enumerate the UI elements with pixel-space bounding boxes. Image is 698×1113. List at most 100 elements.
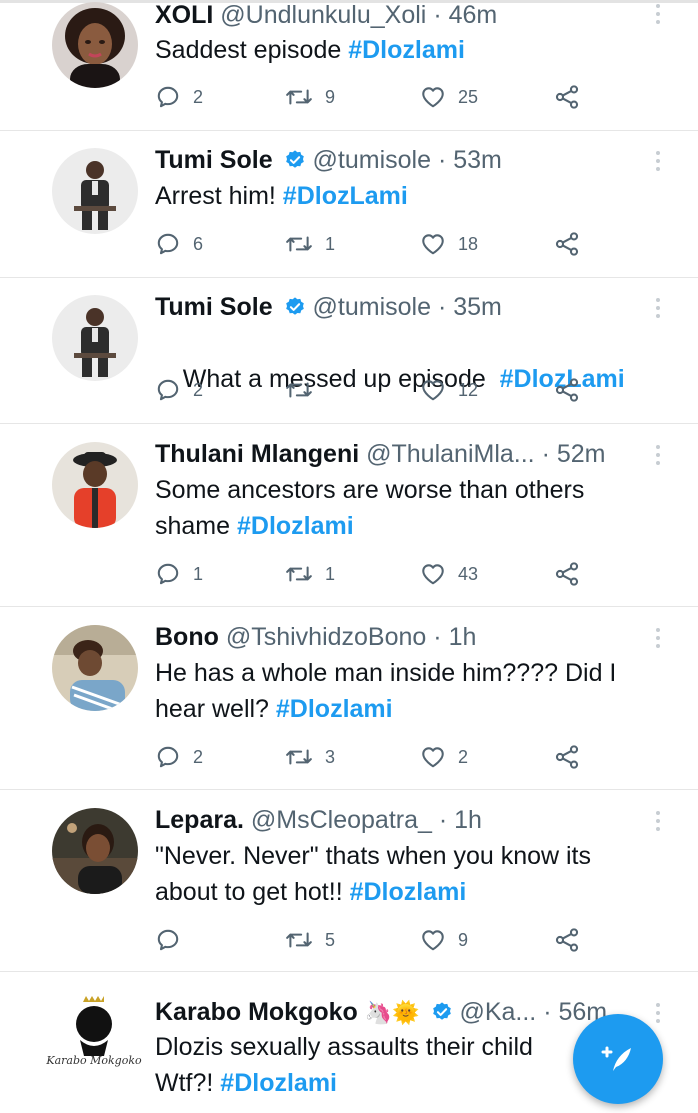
heart-icon — [422, 747, 444, 768]
like-button[interactable]: 43 — [420, 559, 478, 589]
reply-button[interactable]: 2 — [155, 375, 203, 405]
reply-button[interactable]: 2 — [155, 742, 203, 772]
tweet-header: Karabo Mokgoko 🦄🌞 @Ka... · 56m — [155, 997, 650, 1028]
tweet-text: Saddest episode #Dlozlami — [155, 32, 658, 68]
author-name[interactable]: XOLI — [155, 1, 213, 29]
reply-icon — [157, 86, 179, 108]
hashtag-link[interactable]: #Dlozlami — [237, 512, 354, 540]
heart-icon — [422, 234, 444, 255]
more-options-icon[interactable] — [654, 628, 662, 652]
author-handle[interactable]: @TshivhidzoBono — [226, 623, 427, 651]
hashtag-link[interactable]: #Dlozlami — [276, 695, 393, 723]
tweet-item[interactable]: XOLI @Undlunkulu_Xoli · 46m Saddest epis… — [0, 0, 698, 131]
reply-count: 6 — [193, 233, 204, 254]
share-button[interactable] — [553, 375, 581, 405]
tweet-item[interactable]: Tumi Sole @tumisole · 53m Arrest him! #D… — [0, 131, 698, 278]
hashtag-link[interactable]: #Dlozlami — [350, 878, 467, 906]
author-handle[interactable]: @MsCleopatra_ — [251, 806, 432, 834]
timestamp[interactable]: 46m — [449, 1, 498, 29]
share-icon — [555, 562, 579, 586]
avatar[interactable] — [52, 295, 138, 381]
like-button[interactable]: 18 — [420, 229, 478, 259]
tweet-text-content: Wtf?! — [155, 1069, 221, 1097]
avatar[interactable] — [52, 148, 138, 234]
avatar[interactable]: Karabo Mokgoko — [46, 990, 142, 1076]
tweet-item[interactable]: Tumi Sole @tumisole · 35m What a messed … — [0, 278, 698, 424]
reply-button[interactable]: 2 — [155, 82, 203, 112]
author-name[interactable]: Tumi Sole — [155, 146, 273, 174]
tweet-actions: 2 9 25 — [155, 82, 595, 112]
avatar[interactable] — [52, 2, 138, 88]
like-count: 2 — [458, 746, 469, 767]
tweet-text: Arrest him! #DlozLami — [155, 178, 658, 214]
retweet-button[interactable] — [285, 375, 325, 405]
share-button[interactable] — [553, 229, 581, 259]
tweet-text: "Never. Never" thats when you know its a… — [155, 838, 658, 910]
tweet-item[interactable]: Bono @TshivhidzoBono · 1h He has a whole… — [0, 607, 698, 790]
avatar[interactable] — [52, 808, 138, 894]
retweet-icon — [286, 89, 312, 105]
retweet-button[interactable]: 1 — [285, 559, 335, 589]
retweet-button[interactable]: 3 — [285, 742, 335, 772]
tweet-text: Some ancestors are worse than others sha… — [155, 472, 658, 544]
timestamp[interactable]: 35m — [453, 293, 502, 321]
author-name[interactable]: Thulani Mlangeni — [155, 440, 359, 468]
more-options-icon[interactable] — [654, 445, 662, 469]
more-options-icon[interactable] — [654, 4, 662, 28]
tweet-actions: 2 12 — [155, 375, 595, 405]
like-button[interactable]: 9 — [420, 925, 468, 955]
separator: · — [433, 1, 442, 29]
timestamp[interactable]: 1h — [449, 623, 477, 651]
like-count: 25 — [458, 86, 479, 107]
like-button[interactable]: 2 — [420, 742, 468, 772]
compose-tweet-button[interactable] — [573, 1014, 663, 1104]
hashtag-link[interactable]: #Dlozlami — [220, 1069, 337, 1097]
author-handle[interactable]: @tumisole — [313, 146, 431, 174]
author-name[interactable]: Lepara. — [155, 806, 244, 834]
author-name[interactable]: Karabo Mokgoko — [155, 998, 358, 1026]
more-options-icon[interactable] — [654, 1003, 662, 1027]
retweet-button[interactable]: 5 — [285, 925, 335, 955]
author-handle[interactable]: @Undlunkulu_Xoli — [220, 1, 426, 29]
avatar[interactable] — [52, 625, 138, 711]
author-name[interactable]: Tumi Sole — [155, 293, 273, 321]
share-button[interactable] — [553, 559, 581, 589]
reply-button[interactable]: 6 — [155, 229, 203, 259]
tweet-header: Tumi Sole @tumisole · 53m — [155, 145, 650, 175]
separator: · — [543, 998, 552, 1026]
separator: · — [437, 293, 447, 321]
retweet-count: 5 — [325, 929, 336, 950]
hashtag-link[interactable]: #Dlozlami — [348, 36, 465, 64]
retweet-button[interactable]: 1 — [285, 229, 335, 259]
tweet-item[interactable]: Lepara. @MsCleopatra_ · 1h "Never. Never… — [0, 790, 698, 972]
author-name[interactable]: Bono — [155, 623, 219, 651]
avatar-signature-logo: Karabo Mokgoko — [46, 1054, 142, 1067]
like-button[interactable]: 25 — [420, 82, 478, 112]
reply-count: 1 — [193, 563, 204, 584]
retweet-icon — [286, 749, 312, 765]
tweet-actions: 1 1 43 — [155, 559, 595, 589]
verified-badge-icon — [432, 1002, 451, 1020]
more-options-icon[interactable] — [654, 151, 662, 175]
author-handle[interactable]: @Ka... — [459, 998, 536, 1026]
share-button[interactable] — [553, 82, 581, 112]
tweet-text-content: Saddest episode — [155, 36, 349, 64]
share-button[interactable] — [553, 742, 581, 772]
like-button[interactable]: 12 — [420, 375, 478, 405]
reply-button[interactable]: 1 — [155, 559, 203, 589]
hashtag-link[interactable]: #DlozLami — [283, 182, 408, 210]
share-button[interactable] — [553, 925, 581, 955]
timestamp[interactable]: 53m — [453, 146, 502, 174]
compose-tweet-icon — [601, 1046, 631, 1071]
more-options-icon[interactable] — [654, 298, 662, 322]
more-options-icon[interactable] — [654, 811, 662, 835]
tweet-item[interactable]: Thulani Mlangeni @ThulaniMla... · 52m So… — [0, 424, 698, 607]
tweet-header: Lepara. @MsCleopatra_ · 1h — [155, 805, 650, 835]
author-handle[interactable]: @tumisole — [313, 293, 431, 321]
avatar[interactable] — [52, 442, 138, 528]
retweet-button[interactable]: 9 — [285, 82, 335, 112]
reply-button[interactable] — [155, 925, 193, 955]
timestamp[interactable]: 52m — [557, 440, 606, 468]
author-handle[interactable]: @ThulaniMla... — [366, 440, 535, 468]
timestamp[interactable]: 1h — [454, 806, 482, 834]
